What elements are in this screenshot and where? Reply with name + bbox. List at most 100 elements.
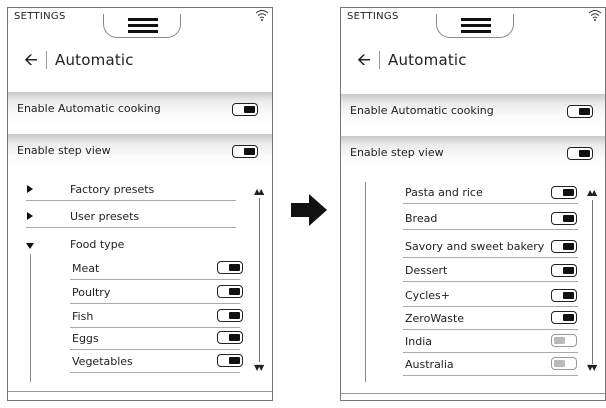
food-item-savory-and-sweet-bakery[interactable]: Savory and sweet bakery <box>403 236 578 258</box>
food-item-bread[interactable]: Bread <box>403 208 578 230</box>
toggle-switch[interactable] <box>217 354 243 367</box>
toggle-switch[interactable] <box>551 289 577 302</box>
bottom-divider <box>341 393 605 394</box>
back-arrow-icon[interactable]: 🡨 <box>357 51 377 69</box>
food-item-eggs[interactable]: Eggs <box>70 328 243 350</box>
group-label: User presets <box>70 210 140 223</box>
scrollbar[interactable] <box>592 200 593 364</box>
toggle-switch[interactable] <box>232 145 258 158</box>
food-item-meat[interactable]: Meat <box>70 258 243 280</box>
setting-enable-automatic-cooking[interactable]: Enable Automatic cooking <box>8 92 272 128</box>
toggle-switch[interactable] <box>551 311 577 324</box>
tree-line <box>365 182 366 382</box>
food-item-pasta-and-rice[interactable]: Pasta and rice <box>403 182 578 204</box>
title-row: 🡨 Automatic <box>24 48 272 72</box>
toggle-switch[interactable] <box>551 212 577 225</box>
toggle-switch[interactable] <box>217 285 243 298</box>
arrow-right-icon <box>291 194 327 226</box>
item-label: Eggs <box>72 332 99 345</box>
item-label: ZeroWaste <box>405 312 465 325</box>
item-label: Pasta and rice <box>405 186 483 199</box>
row-divider <box>403 329 578 330</box>
screen-after: SETTINGS 🡨 Automatic Enable Automatic co… <box>340 7 606 401</box>
setting-label: Enable Automatic cooking <box>17 102 161 115</box>
row-divider <box>26 227 236 228</box>
item-label: Bread <box>405 212 438 225</box>
toggle-switch[interactable] <box>551 240 577 253</box>
group-factory-presets[interactable]: Factory presets <box>26 179 236 201</box>
food-item-australia[interactable]: Australia <box>403 354 578 376</box>
row-divider <box>70 279 240 280</box>
row-divider <box>403 306 578 307</box>
wifi-icon <box>588 10 602 21</box>
food-item-vegetables[interactable]: Vegetables <box>70 351 243 373</box>
title-row: 🡨 Automatic <box>357 48 605 72</box>
setting-label: Enable step view <box>350 146 444 159</box>
page-title: Automatic <box>388 51 467 69</box>
food-item-dessert[interactable]: Dessert <box>403 260 578 282</box>
toggle-switch[interactable] <box>232 103 258 116</box>
screen-before: SETTINGS 🡨 Automatic Enable Automatic co… <box>7 7 273 401</box>
scroll-down-icon[interactable]: ▼▼ <box>254 364 264 372</box>
food-item-zerowaste[interactable]: ZeroWaste <box>403 308 578 330</box>
toggle-switch[interactable] <box>551 357 577 370</box>
group-food-type[interactable]: Food type <box>26 234 236 256</box>
collapse-icon <box>26 243 34 249</box>
food-item-india[interactable]: India <box>403 331 578 353</box>
toggle-switch[interactable] <box>217 331 243 344</box>
item-label: Vegetables <box>72 355 133 368</box>
setting-enable-automatic-cooking[interactable]: Enable Automatic cooking <box>341 94 605 130</box>
scroll-down-icon[interactable]: ▼▼ <box>587 364 597 372</box>
food-item-fish[interactable]: Fish <box>70 306 243 328</box>
scroll-up-icon[interactable]: ▲▲ <box>587 189 597 197</box>
expand-icon <box>27 212 33 220</box>
row-divider <box>403 352 578 353</box>
food-item-cycles-plus[interactable]: Cycles+ <box>403 285 578 307</box>
group-label: Factory presets <box>70 183 155 196</box>
settings-label: SETTINGS <box>347 11 399 22</box>
setting-label: Enable step view <box>17 144 111 157</box>
toggle-switch[interactable] <box>217 261 243 274</box>
item-label: India <box>405 335 432 348</box>
item-label: Meat <box>72 262 100 275</box>
toggle-switch[interactable] <box>217 309 243 322</box>
settings-label: SETTINGS <box>14 11 66 22</box>
food-item-poultry[interactable]: Poultry <box>70 282 243 304</box>
item-label: Dessert <box>405 264 448 277</box>
row-divider <box>70 349 240 350</box>
scroll-up-icon[interactable]: ▲▲ <box>254 188 264 196</box>
row-divider <box>70 372 240 373</box>
title-divider <box>379 51 380 69</box>
toggle-switch[interactable] <box>567 105 593 118</box>
toggle-switch[interactable] <box>551 334 577 347</box>
item-label: Fish <box>72 310 94 323</box>
row-divider <box>403 257 578 258</box>
toggle-switch[interactable] <box>551 264 577 277</box>
item-label: Australia <box>405 358 454 371</box>
toggle-switch[interactable] <box>567 147 593 160</box>
menu-button[interactable] <box>436 14 514 38</box>
group-user-presets[interactable]: User presets <box>26 206 236 228</box>
group-label: Food type <box>70 238 125 251</box>
title-divider <box>46 51 47 69</box>
row-divider <box>403 229 578 230</box>
menu-button[interactable] <box>103 14 181 38</box>
item-label: Cycles+ <box>405 289 451 302</box>
toggle-switch[interactable] <box>551 186 577 199</box>
back-arrow-icon[interactable]: 🡨 <box>24 51 44 69</box>
row-divider <box>403 375 578 376</box>
hamburger-icon <box>128 18 158 33</box>
setting-enable-step-view[interactable]: Enable step view <box>8 134 272 170</box>
hamburger-icon <box>461 18 491 33</box>
tree-line <box>30 254 31 382</box>
row-divider <box>403 281 578 282</box>
scrollbar[interactable] <box>259 198 260 362</box>
bottom-divider <box>8 391 272 392</box>
setting-enable-step-view[interactable]: Enable step view <box>341 136 605 172</box>
expand-icon <box>27 185 33 193</box>
row-divider <box>70 303 240 304</box>
wifi-icon <box>255 10 269 21</box>
setting-label: Enable Automatic cooking <box>350 104 494 117</box>
page-title: Automatic <box>55 51 134 69</box>
item-label: Savory and sweet bakery <box>405 240 545 253</box>
